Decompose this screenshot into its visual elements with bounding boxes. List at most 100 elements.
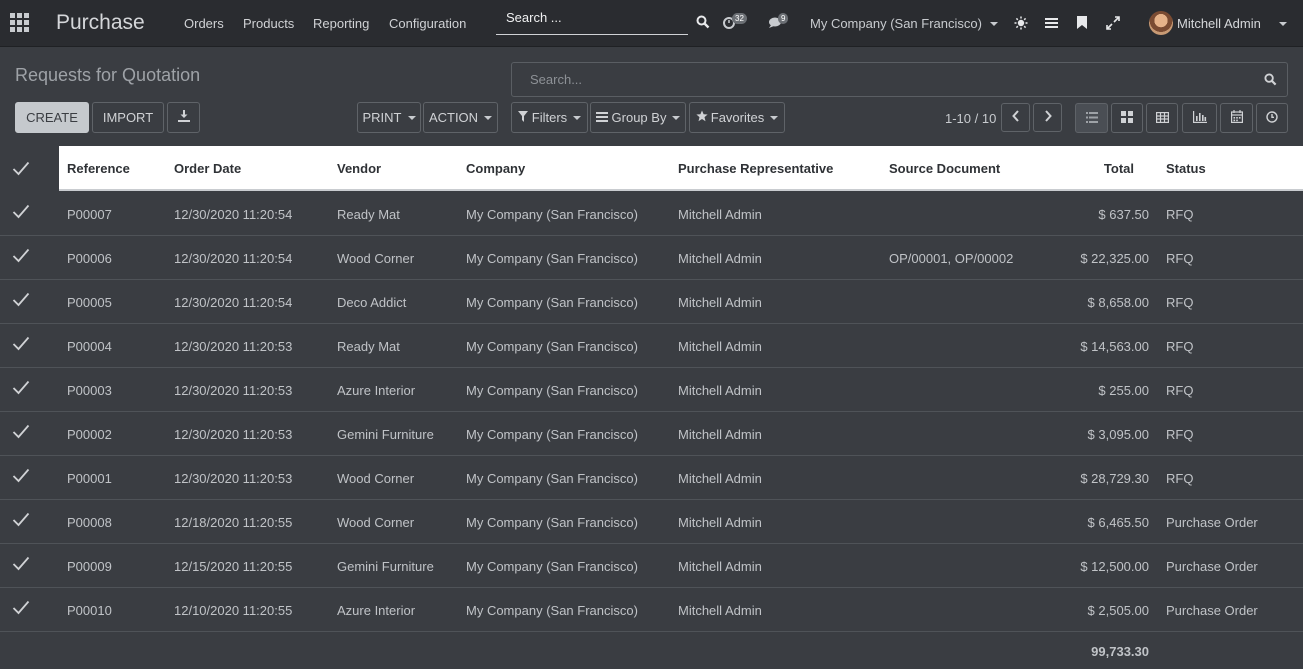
- col-status[interactable]: Status: [1166, 161, 1206, 176]
- menu-configuration[interactable]: Configuration: [389, 16, 466, 31]
- fullscreen-icon[interactable]: [1106, 16, 1120, 30]
- company-switcher[interactable]: My Company (San Francisco): [810, 16, 998, 31]
- menu-reporting[interactable]: Reporting: [313, 16, 369, 31]
- cell-vendor: Ready Mat: [337, 339, 400, 354]
- favorites-dropdown[interactable]: Favorites: [689, 102, 785, 133]
- view-kanban-button[interactable]: [1111, 103, 1143, 133]
- pager-value[interactable]: 1-10 / 10: [945, 111, 996, 126]
- app-title[interactable]: Purchase: [56, 11, 145, 35]
- cell-vendor: Wood Corner: [337, 471, 415, 486]
- cell-reference: P00009: [67, 559, 112, 574]
- avatar[interactable]: [1149, 11, 1173, 35]
- col-purchase-representative[interactable]: Purchase Representative: [678, 161, 833, 176]
- print-dropdown[interactable]: PRINT: [357, 102, 421, 133]
- cell-status: RFQ: [1166, 207, 1194, 222]
- col-company[interactable]: Company: [466, 161, 525, 176]
- cell-company: My Company (San Francisco): [466, 251, 638, 266]
- groupby-label: Group By: [611, 110, 667, 125]
- clock-icon: [1266, 110, 1278, 126]
- search-input[interactable]: Search...: [511, 62, 1288, 97]
- cell-total: $ 255.00: [1098, 383, 1149, 398]
- view-list-button[interactable]: [1075, 103, 1108, 133]
- groupby-dropdown[interactable]: Group By: [590, 102, 686, 133]
- search-icon[interactable]: [696, 15, 710, 29]
- view-graph-button[interactable]: [1182, 103, 1217, 133]
- cell-order-date: 12/30/2020 11:20:53: [174, 427, 293, 442]
- row-checkbox[interactable]: [12, 292, 30, 310]
- bookmark-icon[interactable]: [1077, 16, 1087, 29]
- cell-purchase-representative: Mitchell Admin: [678, 515, 762, 530]
- search-icon[interactable]: [1264, 73, 1277, 89]
- apps-menu-icon[interactable]: [10, 13, 30, 33]
- col-vendor[interactable]: Vendor: [337, 161, 381, 176]
- filters-dropdown[interactable]: Filters: [511, 102, 588, 133]
- cell-total: $ 12,500.00: [1080, 559, 1149, 574]
- table-row[interactable]: P00009 12/15/2020 11:20:55 Gemini Furnitur…: [0, 544, 1303, 588]
- cell-company: My Company (San Francisco): [466, 559, 638, 574]
- menu-orders[interactable]: Orders: [184, 16, 224, 31]
- table-row[interactable]: P00008 12/18/2020 11:20:55 Wood Corner My C…: [0, 500, 1303, 544]
- cell-purchase-representative: Mitchell Admin: [678, 383, 762, 398]
- user-menu[interactable]: Mitchell Admin: [1177, 16, 1287, 31]
- col-total[interactable]: Total: [1040, 161, 1134, 176]
- print-label: PRINT: [362, 110, 402, 125]
- cell-order-date: 12/18/2020 11:20:55: [174, 515, 293, 530]
- table-row[interactable]: P00004 12/30/2020 11:20:53 Ready Mat My Com…: [0, 324, 1303, 368]
- row-checkbox[interactable]: [12, 204, 30, 222]
- col-source-document[interactable]: Source Document: [889, 161, 1000, 176]
- cell-vendor: Ready Mat: [337, 207, 400, 222]
- row-checkbox[interactable]: [12, 248, 30, 266]
- table-row[interactable]: P00006 12/30/2020 11:20:54 Wood Corner My C…: [0, 236, 1303, 280]
- list-menu-icon[interactable]: [1045, 17, 1058, 29]
- import-button[interactable]: IMPORT: [92, 102, 164, 133]
- activity-icon[interactable]: 32: [723, 13, 747, 32]
- row-checkbox[interactable]: [12, 380, 30, 398]
- chevron-down-icon: [484, 115, 493, 120]
- pager-previous-button[interactable]: [1001, 103, 1030, 132]
- table-row[interactable]: P00003 12/30/2020 11:20:53 Azure Interior M…: [0, 368, 1303, 412]
- cell-order-date: 12/30/2020 11:20:54: [174, 207, 293, 222]
- row-checkbox[interactable]: [12, 336, 30, 354]
- list-view-icon: [1085, 111, 1098, 126]
- col-reference[interactable]: Reference: [67, 161, 130, 176]
- row-checkbox[interactable]: [12, 600, 30, 618]
- menu-products[interactable]: Products: [243, 16, 294, 31]
- table-row[interactable]: P00007 12/30/2020 11:20:54 Ready Mat My Com…: [0, 192, 1303, 236]
- table-row[interactable]: P00001 12/30/2020 11:20:53 Wood Corner My C…: [0, 456, 1303, 500]
- cell-vendor: Gemini Furniture: [337, 427, 434, 442]
- col-order-date[interactable]: Order Date: [174, 161, 241, 176]
- cell-status: Purchase Order: [1166, 603, 1258, 618]
- cell-reference: P00002: [67, 427, 112, 442]
- select-all-checkbox[interactable]: [0, 146, 59, 191]
- cell-purchase-representative: Mitchell Admin: [678, 603, 762, 618]
- sun-icon[interactable]: [1014, 16, 1028, 30]
- cell-order-date: 12/15/2020 11:20:55: [174, 559, 293, 574]
- view-calendar-button[interactable]: [1220, 103, 1253, 133]
- row-checkbox[interactable]: [12, 512, 30, 530]
- table-header: Reference Order Date Vendor Company Purc…: [0, 146, 1303, 191]
- cell-total: $ 28,729.30: [1080, 471, 1149, 486]
- table-row[interactable]: P00005 12/30/2020 11:20:54 Deco Addict My C…: [0, 280, 1303, 324]
- cell-reference: P00005: [67, 295, 112, 310]
- create-button[interactable]: CREATE: [15, 102, 89, 133]
- navbar-search-input[interactable]: Search ...: [496, 8, 688, 35]
- page-title: Requests for Quotation: [15, 65, 201, 85]
- cell-order-date: 12/30/2020 11:20:53: [174, 471, 293, 486]
- row-checkbox[interactable]: [12, 424, 30, 442]
- cell-reference: P00008: [67, 515, 112, 530]
- view-activity-button[interactable]: [1256, 103, 1288, 133]
- table-row[interactable]: P00010 12/10/2020 11:20:55 Azure Interior M…: [0, 588, 1303, 632]
- row-checkbox[interactable]: [12, 468, 30, 486]
- action-dropdown[interactable]: ACTION: [423, 102, 498, 133]
- cell-vendor: Wood Corner: [337, 515, 415, 530]
- view-pivot-button[interactable]: [1146, 103, 1178, 133]
- chevron-down-icon: [573, 115, 582, 120]
- table-row[interactable]: P00002 12/30/2020 11:20:53 Gemini Furnitur…: [0, 412, 1303, 456]
- cell-order-date: 12/10/2020 11:20:55: [174, 603, 293, 618]
- row-checkbox[interactable]: [12, 556, 30, 574]
- messages-badge: 9: [778, 13, 789, 24]
- messages-icon[interactable]: 9: [768, 13, 789, 31]
- download-button[interactable]: [167, 102, 200, 133]
- top-navbar: Purchase Orders Products Reporting Confi…: [0, 0, 1303, 47]
- pager-next-button[interactable]: [1033, 103, 1062, 132]
